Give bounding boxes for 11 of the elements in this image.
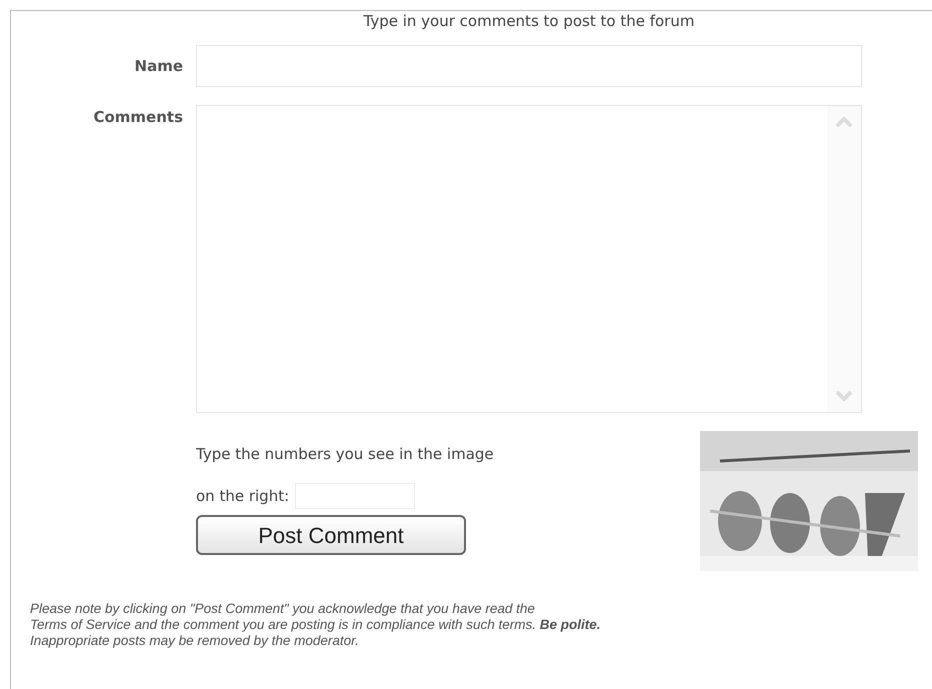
- name-label: Name: [134, 56, 183, 74]
- post-comment-button[interactable]: Post Comment: [196, 515, 466, 555]
- name-field[interactable]: [196, 44, 862, 86]
- form-heading: Type in your comments to post to the forum: [362, 11, 696, 32]
- comments-label: Comments: [93, 108, 183, 126]
- scroll-down-icon[interactable]: [835, 390, 853, 402]
- scroll-up-icon[interactable]: [835, 116, 853, 128]
- captcha-prompt: on the right:: [196, 486, 290, 507]
- comments-field[interactable]: [196, 104, 862, 412]
- captcha-prompt: Type the numbers you see in the image: [196, 444, 495, 464]
- posting-note: Please note by clicking on "Post Comment" you acknowledge that you have read the Terms of Service and the comment you are posting is in compliance with such terms. Be polite. Inappropriate posts may be removed by the moderator.: [30, 600, 602, 648]
